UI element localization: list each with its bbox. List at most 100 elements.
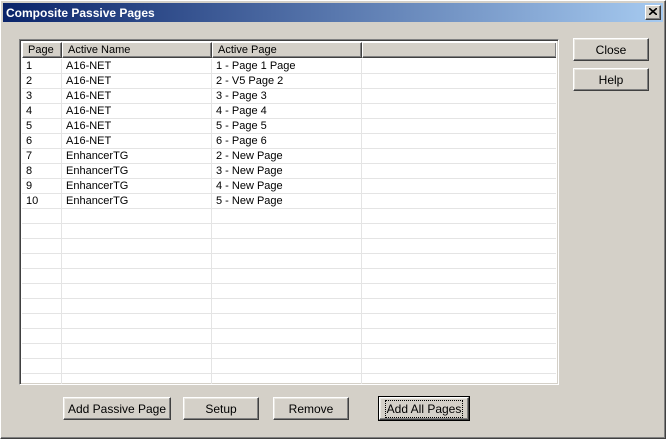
table-row[interactable]: 10 EnhancerTG 5 - New Page <box>22 194 556 209</box>
cell-page <box>22 359 62 373</box>
cell-active-name: A16-NET <box>62 89 212 103</box>
cell-active-page <box>212 329 362 343</box>
cell-extra <box>362 134 556 148</box>
add-passive-page-button[interactable]: Add Passive Page <box>63 397 171 420</box>
add-all-pages-label: Add All Pages <box>384 399 464 418</box>
close-button[interactable]: Close <box>573 38 649 61</box>
cell-active-page <box>212 224 362 238</box>
empty-row <box>22 239 556 254</box>
column-header-empty[interactable] <box>362 42 556 58</box>
cell-active-name <box>62 359 212 373</box>
help-button[interactable]: Help <box>573 68 649 91</box>
cell-page: 9 <box>22 179 62 193</box>
cell-extra <box>362 299 556 313</box>
cell-active-name <box>62 299 212 313</box>
cell-extra <box>362 74 556 88</box>
cell-extra <box>362 149 556 163</box>
table-row[interactable]: 3 A16-NET 3 - Page 3 <box>22 89 556 104</box>
cell-page: 8 <box>22 164 62 178</box>
empty-row <box>22 374 556 384</box>
empty-row <box>22 284 556 299</box>
cell-active-page: 5 - New Page <box>212 194 362 208</box>
cell-extra <box>362 359 556 373</box>
cell-extra <box>362 329 556 343</box>
cell-extra <box>362 59 556 73</box>
table-row[interactable]: 6 A16-NET 6 - Page 6 <box>22 134 556 149</box>
table-row[interactable]: 4 A16-NET 4 - Page 4 <box>22 104 556 119</box>
cell-active-page <box>212 269 362 283</box>
cell-active-name: EnhancerTG <box>62 179 212 193</box>
cell-extra <box>362 374 556 384</box>
cell-active-page <box>212 284 362 298</box>
empty-row <box>22 359 556 374</box>
cell-active-name <box>62 239 212 253</box>
cell-page <box>22 284 62 298</box>
table-row[interactable]: 1 A16-NET 1 - Page 1 Page <box>22 59 556 74</box>
cell-active-page <box>212 254 362 268</box>
title-close-button[interactable] <box>645 5 661 20</box>
empty-row <box>22 224 556 239</box>
cell-active-page <box>212 239 362 253</box>
cell-page: 7 <box>22 149 62 163</box>
dialog-window: Composite Passive Pages Page Active Name… <box>0 0 666 439</box>
empty-row <box>22 299 556 314</box>
table-row[interactable]: 9 EnhancerTG 4 - New Page <box>22 179 556 194</box>
cell-extra <box>362 179 556 193</box>
cell-extra <box>362 224 556 238</box>
cell-page: 3 <box>22 89 62 103</box>
cell-active-name: EnhancerTG <box>62 194 212 208</box>
cell-page <box>22 269 62 283</box>
pages-list[interactable]: Page Active Name Active Page 1 A16-NET 1 -… <box>19 39 559 385</box>
column-header-active-page[interactable]: Active Page <box>212 42 362 58</box>
cell-page <box>22 209 62 223</box>
empty-row <box>22 254 556 269</box>
setup-button-label: Setup <box>205 401 237 416</box>
cell-active-page: 3 - Page 3 <box>212 89 362 103</box>
list-header: Page Active Name Active Page <box>22 42 556 58</box>
cell-page: 4 <box>22 104 62 118</box>
cell-active-name: A16-NET <box>62 104 212 118</box>
setup-button[interactable]: Setup <box>183 397 259 420</box>
cell-active-name: A16-NET <box>62 74 212 88</box>
table-row[interactable]: 7 EnhancerTG 2 - New Page <box>22 149 556 164</box>
cell-active-name <box>62 374 212 384</box>
title-bar[interactable]: Composite Passive Pages <box>3 3 663 22</box>
cell-active-name <box>62 254 212 268</box>
cell-extra <box>362 284 556 298</box>
cell-active-name <box>62 224 212 238</box>
cell-active-page <box>212 344 362 358</box>
cell-extra <box>362 239 556 253</box>
cell-active-page: 4 - New Page <box>212 179 362 193</box>
cell-extra <box>362 164 556 178</box>
remove-button[interactable]: Remove <box>273 397 349 420</box>
cell-page <box>22 254 62 268</box>
cell-extra <box>362 344 556 358</box>
cell-page: 1 <box>22 59 62 73</box>
cell-active-name <box>62 344 212 358</box>
cell-active-name: A16-NET <box>62 59 212 73</box>
empty-row <box>22 269 556 284</box>
cell-active-page <box>212 299 362 313</box>
cell-active-name: EnhancerTG <box>62 164 212 178</box>
list-rows: 1 A16-NET 1 - Page 1 Page 2 A16-NET 2 - V5 Pa… <box>22 59 556 384</box>
column-header-active-name[interactable]: Active Name <box>62 42 212 58</box>
cell-page <box>22 314 62 328</box>
cell-extra <box>362 119 556 133</box>
cell-extra <box>362 314 556 328</box>
table-row[interactable]: 8 EnhancerTG 3 - New Page <box>22 164 556 179</box>
cell-active-page <box>212 359 362 373</box>
cell-extra <box>362 269 556 283</box>
cell-extra <box>362 89 556 103</box>
cell-active-page: 2 - V5 Page 2 <box>212 74 362 88</box>
table-row[interactable]: 5 A16-NET 5 - Page 5 <box>22 119 556 134</box>
cell-active-page <box>212 314 362 328</box>
add-all-pages-button[interactable]: Add All Pages <box>378 396 470 421</box>
cell-page: 6 <box>22 134 62 148</box>
cell-active-page: 5 - Page 5 <box>212 119 362 133</box>
table-row[interactable]: 2 A16-NET 2 - V5 Page 2 <box>22 74 556 89</box>
cell-extra <box>362 104 556 118</box>
cell-active-name <box>62 284 212 298</box>
cell-extra <box>362 194 556 208</box>
column-header-page[interactable]: Page <box>22 42 62 58</box>
cell-active-page <box>212 374 362 384</box>
